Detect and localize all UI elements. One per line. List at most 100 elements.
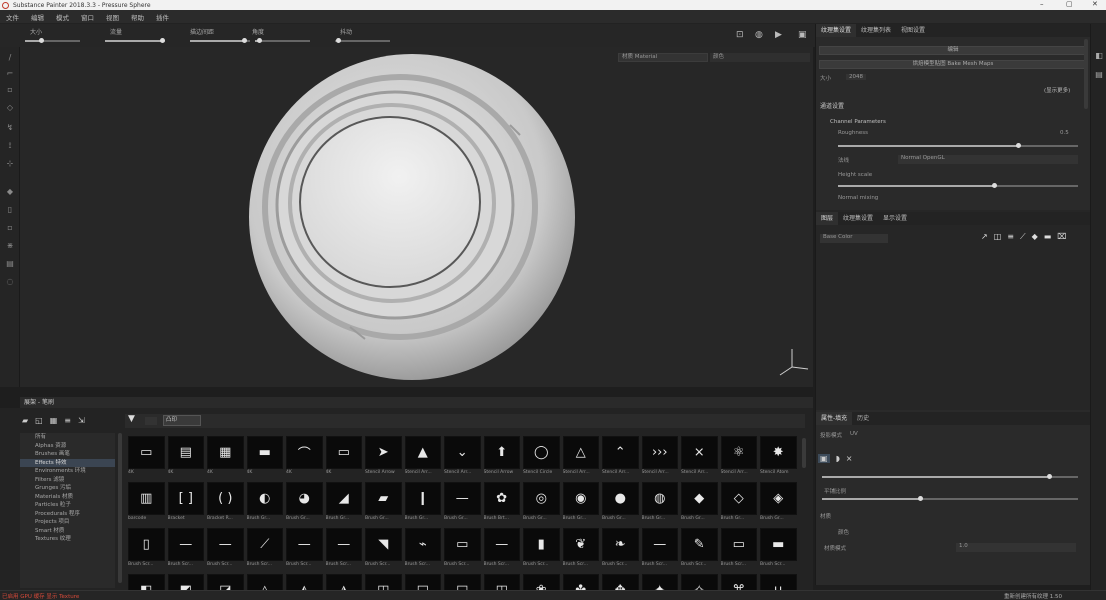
tree-item[interactable]: Particles 粒子	[20, 501, 115, 510]
minimize-button[interactable]: –	[1040, 0, 1044, 8]
normal-select[interactable]: Normal OpenGL	[898, 155, 1078, 164]
tab-layer-display[interactable]: 显示设置	[878, 212, 912, 225]
blend-mode-select[interactable]: Base Color	[820, 234, 888, 243]
shelf-thumbnail[interactable]: ⨯ Stencil Arr...	[681, 436, 718, 478]
tree-item[interactable]: Materials 材质	[20, 493, 115, 502]
bake-mesh-maps-button[interactable]: 烘焙模型贴图 Bake Mesh Maps	[819, 60, 1087, 69]
shelf-thumbnail[interactable]: ✿ Brush Brt...	[483, 482, 520, 524]
list-view-icon[interactable]: ≡	[64, 416, 71, 425]
material-mode-value[interactable]: 1.0	[956, 543, 1076, 552]
shelf-thumbnail[interactable]: ◥ Brush Scr...	[365, 528, 402, 570]
prop-slider-1[interactable]	[822, 474, 1078, 479]
roughness-value[interactable]: 0.5	[1060, 130, 1069, 136]
shelf-thumbnail[interactable]: ● Brush Gr...	[602, 482, 639, 524]
shelf-thumbnail[interactable]: ◪	[207, 574, 244, 590]
shelf-thumbnail[interactable]: ◉ Brush Gr...	[562, 482, 599, 524]
tree-item[interactable]: Projects 项目	[20, 518, 115, 527]
shelf-thumbnail[interactable]: ◳	[483, 574, 520, 590]
grid-view-icon[interactable]: ▦	[50, 416, 58, 425]
edit-button[interactable]: 编辑	[819, 46, 1087, 55]
tree-item[interactable]: Environments 环境	[20, 467, 115, 476]
video-icon[interactable]: ▶	[775, 30, 782, 40]
tool-icon-9[interactable]: ⋇	[5, 241, 15, 251]
shelf-thumbnail[interactable]: ▯ Brush Scr...	[128, 528, 165, 570]
close-button[interactable]: ✕	[1092, 0, 1098, 8]
shelf-thumbnail[interactable]: ◮	[325, 574, 362, 590]
shelf-thumbnail[interactable]: ✦	[641, 574, 678, 590]
shelf-thumbnail[interactable]: ◬	[246, 574, 283, 590]
paint-layer-icon[interactable]: ↗	[981, 232, 988, 242]
tree-item[interactable]: 所有	[20, 433, 115, 442]
menu-window[interactable]: 窗口	[75, 12, 100, 22]
polygon-fill-icon[interactable]: ◇	[5, 103, 15, 113]
menu-file[interactable]: 文件	[0, 12, 25, 22]
shelf-thumbnail[interactable]: ▲ Stencil Arr...	[404, 436, 441, 478]
menu-help[interactable]: 帮助	[125, 12, 150, 22]
paint-tool-icon[interactable]: /	[5, 53, 15, 63]
shelf-thumbnail[interactable]: ◕ Brush Gr...	[286, 482, 323, 524]
tab-texture-set-settings[interactable]: 纹理集设置	[816, 24, 857, 37]
height-slider[interactable]	[838, 183, 1078, 188]
display-icon[interactable]: ▣	[798, 30, 807, 40]
camera-icon[interactable]: ⊡	[736, 30, 744, 40]
shelf-thumbnail[interactable]: ⌘	[720, 574, 757, 590]
clone-tool-icon[interactable]: ⟟	[5, 141, 15, 151]
delete-layer-icon[interactable]: ⌧	[1057, 232, 1066, 242]
spacing-slider[interactable]	[190, 38, 250, 43]
tool-icon-10[interactable]: ▤	[5, 259, 15, 269]
shelf-thumbnail[interactable]: △ Stencil Arr...	[562, 436, 599, 478]
shelf-thumbnail[interactable]: ◈ Brush Gr...	[760, 482, 797, 524]
tab-layers[interactable]: 图层	[816, 212, 839, 225]
shelf-thumbnail[interactable]: ▬ Brush Scr...	[760, 528, 797, 570]
shelf-thumbnail[interactable]: ◲	[444, 574, 481, 590]
shelf-thumbnail[interactable]: ››› Stencil Arr...	[641, 436, 678, 478]
new-folder-icon[interactable]: ◱	[35, 416, 43, 425]
shelf-thumbnail[interactable]: ◢ Brush Gr...	[325, 482, 362, 524]
folder-icon[interactable]: ▰	[22, 416, 28, 425]
shelf-thumbnail[interactable]: ◆ Brush Gr...	[681, 482, 718, 524]
shelf-thumbnail[interactable]: ◐ Brush Gr...	[246, 482, 283, 524]
folder-layer-icon[interactable]: ▬	[1044, 232, 1052, 242]
shelf-thumbnail[interactable]: ✎ Brush Scr...	[681, 528, 718, 570]
shelf-thumbnail[interactable]: ⚛ Stencil Arr...	[720, 436, 757, 478]
filter-layer-icon[interactable]: ◆	[1032, 232, 1038, 242]
tree-item[interactable]: Textures 纹理	[20, 535, 115, 544]
shelf-thumbnail[interactable]: ◰	[365, 574, 402, 590]
tree-item-selected[interactable]: Effects 特效	[20, 458, 115, 467]
3d-viewport[interactable]: 材质 Material 颜色	[20, 47, 813, 387]
shelf-thumbnail[interactable]: — Brush Scr...	[483, 528, 520, 570]
roughness-channel-icon[interactable]: ⨯	[846, 454, 853, 463]
shelf-thumbnail[interactable]: ❧ Brush Scr...	[602, 528, 639, 570]
material-picker-icon[interactable]: ◆	[5, 187, 15, 197]
shelf-thumbnail[interactable]: ◍ Brush Gr...	[641, 482, 678, 524]
angle-slider[interactable]	[255, 38, 310, 43]
shelf-thumbnail[interactable]: ( ) Bracket R...	[207, 482, 244, 524]
shelf-thumbnail[interactable]: ✤	[562, 574, 599, 590]
import-icon[interactable]: ⇲	[78, 416, 85, 425]
shelf-thumbnail[interactable]: ▭ Brush Scr...	[444, 528, 481, 570]
show-more-link[interactable]: (显示更多)	[1044, 86, 1070, 94]
shelf-scrollbar[interactable]	[802, 438, 806, 468]
jitter-slider[interactable]	[335, 38, 390, 43]
shelf-thumbnail[interactable]: ▭ Brush Scr...	[720, 528, 757, 570]
shelf-thumbnail[interactable]: ∪	[760, 574, 797, 590]
shelf-thumbnail[interactable]: ⬆ Stencil Arrow	[483, 436, 520, 478]
shelf-thumbnail[interactable]: ❙ Brush Gr...	[404, 482, 441, 524]
tab-layer-texture-set[interactable]: 纹理集设置	[838, 212, 878, 225]
shelf-thumbnail[interactable]: — Brush Scr...	[167, 528, 204, 570]
tool-icon-11[interactable]: ◌	[5, 277, 15, 287]
menu-edit[interactable]: 编辑	[25, 12, 50, 22]
menu-view[interactable]: 视图	[100, 12, 125, 22]
shelf-thumbnail[interactable]: — Brush Scr...	[641, 528, 678, 570]
tool-icon-8[interactable]: ▫	[5, 223, 15, 233]
shelf-thumbnail[interactable]: ▥ barcode	[128, 482, 165, 524]
shelf-thumbnail[interactable]: ▭ 4K	[128, 436, 165, 478]
shelf-thumbnail[interactable]: [ ] Bracket	[167, 482, 204, 524]
shelf-thumbnail[interactable]: ⌁ Brush Scr...	[404, 528, 441, 570]
shelf-thumbnail[interactable]: ▤ 4K	[167, 436, 204, 478]
shelf-thumbnail[interactable]: ▰ Brush Gr...	[365, 482, 402, 524]
tree-item[interactable]: Smart 材质	[20, 527, 115, 536]
tab-texture-set-list[interactable]: 纹理集列表	[856, 24, 896, 37]
render-icon[interactable]: ◍	[755, 30, 763, 40]
shelf-thumbnail[interactable]: ▮ Brush Scr...	[523, 528, 560, 570]
